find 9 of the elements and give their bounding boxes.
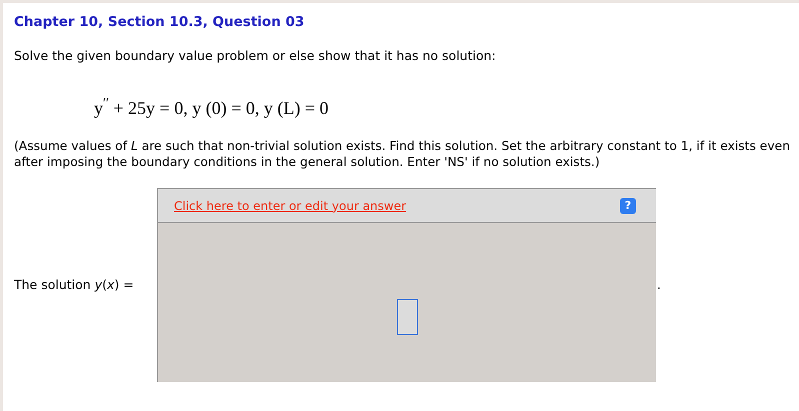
prompt-text: Solve the given boundary value problem or else show that it has no solution: <box>14 48 497 64</box>
period-text: . <box>657 277 661 294</box>
answer-field[interactable] <box>396 298 418 334</box>
edit-answer-link[interactable]: Click here to enter or edit your answer <box>174 196 406 214</box>
question-title: Chapter 10, Section 10.3, Question 03 <box>14 13 306 31</box>
solution-label: The solution y(x) = <box>14 276 135 294</box>
equation: y$^{′′}$ + 25y = 0, y (0) = 0, y (L) = 0 <box>94 97 330 119</box>
instructions-text: (Assume values of L are such that non-trivial solution exists. Find this solution. Set the arbitrary constant to 1, if it exists even after imposing the boundary conditions in the general solution. Enter 'NS' if no solution exists.) <box>14 138 792 170</box>
help-button[interactable]: ? <box>620 198 636 214</box>
